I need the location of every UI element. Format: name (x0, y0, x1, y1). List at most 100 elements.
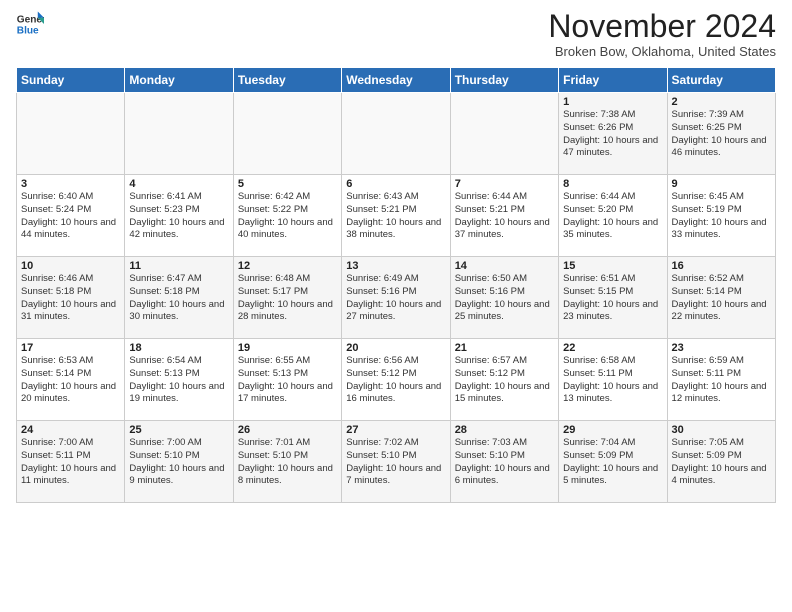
calendar-cell (17, 93, 125, 175)
calendar-cell: 26Sunrise: 7:01 AM Sunset: 5:10 PM Dayli… (233, 421, 341, 503)
calendar: Sunday Monday Tuesday Wednesday Thursday… (16, 67, 776, 503)
calendar-cell (233, 93, 341, 175)
day-info: Sunrise: 7:00 AM Sunset: 5:10 PM Dayligh… (129, 437, 228, 488)
day-info: Sunrise: 6:50 AM Sunset: 5:16 PM Dayligh… (455, 273, 554, 324)
subtitle: Broken Bow, Oklahoma, United States (548, 44, 776, 59)
calendar-cell: 21Sunrise: 6:57 AM Sunset: 5:12 PM Dayli… (450, 339, 558, 421)
day-number: 10 (21, 260, 120, 272)
day-info: Sunrise: 6:44 AM Sunset: 5:21 PM Dayligh… (455, 191, 554, 242)
calendar-cell: 8Sunrise: 6:44 AM Sunset: 5:20 PM Daylig… (559, 175, 667, 257)
calendar-cell: 15Sunrise: 6:51 AM Sunset: 5:15 PM Dayli… (559, 257, 667, 339)
calendar-header: Sunday Monday Tuesday Wednesday Thursday… (17, 68, 776, 93)
calendar-cell: 6Sunrise: 6:43 AM Sunset: 5:21 PM Daylig… (342, 175, 450, 257)
day-info: Sunrise: 6:45 AM Sunset: 5:19 PM Dayligh… (672, 191, 771, 242)
day-number: 6 (346, 178, 445, 190)
day-number: 28 (455, 424, 554, 436)
calendar-cell: 30Sunrise: 7:05 AM Sunset: 5:09 PM Dayli… (667, 421, 775, 503)
logo: General Blue (16, 10, 44, 38)
calendar-week-0: 1Sunrise: 7:38 AM Sunset: 6:26 PM Daylig… (17, 93, 776, 175)
day-number: 9 (672, 178, 771, 190)
day-number: 16 (672, 260, 771, 272)
calendar-cell: 1Sunrise: 7:38 AM Sunset: 6:26 PM Daylig… (559, 93, 667, 175)
calendar-cell: 22Sunrise: 6:58 AM Sunset: 5:11 PM Dayli… (559, 339, 667, 421)
calendar-cell: 12Sunrise: 6:48 AM Sunset: 5:17 PM Dayli… (233, 257, 341, 339)
title-area: November 2024 Broken Bow, Oklahoma, Unit… (548, 10, 776, 59)
day-info: Sunrise: 6:56 AM Sunset: 5:12 PM Dayligh… (346, 355, 445, 406)
calendar-cell: 25Sunrise: 7:00 AM Sunset: 5:10 PM Dayli… (125, 421, 233, 503)
calendar-cell: 3Sunrise: 6:40 AM Sunset: 5:24 PM Daylig… (17, 175, 125, 257)
col-tuesday: Tuesday (233, 68, 341, 93)
day-info: Sunrise: 7:02 AM Sunset: 5:10 PM Dayligh… (346, 437, 445, 488)
day-info: Sunrise: 6:53 AM Sunset: 5:14 PM Dayligh… (21, 355, 120, 406)
day-number: 30 (672, 424, 771, 436)
day-info: Sunrise: 7:39 AM Sunset: 6:25 PM Dayligh… (672, 109, 771, 160)
day-number: 25 (129, 424, 228, 436)
calendar-week-1: 3Sunrise: 6:40 AM Sunset: 5:24 PM Daylig… (17, 175, 776, 257)
day-number: 26 (238, 424, 337, 436)
calendar-cell: 16Sunrise: 6:52 AM Sunset: 5:14 PM Dayli… (667, 257, 775, 339)
calendar-body: 1Sunrise: 7:38 AM Sunset: 6:26 PM Daylig… (17, 93, 776, 503)
calendar-week-2: 10Sunrise: 6:46 AM Sunset: 5:18 PM Dayli… (17, 257, 776, 339)
day-info: Sunrise: 7:00 AM Sunset: 5:11 PM Dayligh… (21, 437, 120, 488)
calendar-cell: 20Sunrise: 6:56 AM Sunset: 5:12 PM Dayli… (342, 339, 450, 421)
day-number: 21 (455, 342, 554, 354)
day-number: 1 (563, 96, 662, 108)
day-number: 14 (455, 260, 554, 272)
calendar-cell: 23Sunrise: 6:59 AM Sunset: 5:11 PM Dayli… (667, 339, 775, 421)
calendar-cell: 5Sunrise: 6:42 AM Sunset: 5:22 PM Daylig… (233, 175, 341, 257)
day-info: Sunrise: 6:44 AM Sunset: 5:20 PM Dayligh… (563, 191, 662, 242)
day-number: 19 (238, 342, 337, 354)
day-number: 20 (346, 342, 445, 354)
day-number: 18 (129, 342, 228, 354)
day-info: Sunrise: 6:49 AM Sunset: 5:16 PM Dayligh… (346, 273, 445, 324)
month-title: November 2024 (548, 10, 776, 42)
day-number: 7 (455, 178, 554, 190)
day-number: 11 (129, 260, 228, 272)
day-number: 24 (21, 424, 120, 436)
day-number: 8 (563, 178, 662, 190)
day-info: Sunrise: 6:58 AM Sunset: 5:11 PM Dayligh… (563, 355, 662, 406)
calendar-cell: 13Sunrise: 6:49 AM Sunset: 5:16 PM Dayli… (342, 257, 450, 339)
calendar-cell: 18Sunrise: 6:54 AM Sunset: 5:13 PM Dayli… (125, 339, 233, 421)
day-info: Sunrise: 6:41 AM Sunset: 5:23 PM Dayligh… (129, 191, 228, 242)
day-info: Sunrise: 6:54 AM Sunset: 5:13 PM Dayligh… (129, 355, 228, 406)
day-info: Sunrise: 6:46 AM Sunset: 5:18 PM Dayligh… (21, 273, 120, 324)
day-number: 13 (346, 260, 445, 272)
calendar-cell: 7Sunrise: 6:44 AM Sunset: 5:21 PM Daylig… (450, 175, 558, 257)
col-wednesday: Wednesday (342, 68, 450, 93)
calendar-cell (125, 93, 233, 175)
day-number: 15 (563, 260, 662, 272)
col-saturday: Saturday (667, 68, 775, 93)
day-number: 22 (563, 342, 662, 354)
calendar-cell (342, 93, 450, 175)
day-info: Sunrise: 6:42 AM Sunset: 5:22 PM Dayligh… (238, 191, 337, 242)
day-info: Sunrise: 7:03 AM Sunset: 5:10 PM Dayligh… (455, 437, 554, 488)
calendar-cell: 24Sunrise: 7:00 AM Sunset: 5:11 PM Dayli… (17, 421, 125, 503)
calendar-cell: 4Sunrise: 6:41 AM Sunset: 5:23 PM Daylig… (125, 175, 233, 257)
day-number: 4 (129, 178, 228, 190)
calendar-week-4: 24Sunrise: 7:00 AM Sunset: 5:11 PM Dayli… (17, 421, 776, 503)
day-info: Sunrise: 7:05 AM Sunset: 5:09 PM Dayligh… (672, 437, 771, 488)
col-monday: Monday (125, 68, 233, 93)
day-info: Sunrise: 6:59 AM Sunset: 5:11 PM Dayligh… (672, 355, 771, 406)
calendar-cell: 2Sunrise: 7:39 AM Sunset: 6:25 PM Daylig… (667, 93, 775, 175)
header-row: Sunday Monday Tuesday Wednesday Thursday… (17, 68, 776, 93)
day-info: Sunrise: 6:47 AM Sunset: 5:18 PM Dayligh… (129, 273, 228, 324)
day-info: Sunrise: 6:48 AM Sunset: 5:17 PM Dayligh… (238, 273, 337, 324)
day-number: 5 (238, 178, 337, 190)
col-sunday: Sunday (17, 68, 125, 93)
day-info: Sunrise: 7:04 AM Sunset: 5:09 PM Dayligh… (563, 437, 662, 488)
calendar-cell: 11Sunrise: 6:47 AM Sunset: 5:18 PM Dayli… (125, 257, 233, 339)
calendar-cell: 29Sunrise: 7:04 AM Sunset: 5:09 PM Dayli… (559, 421, 667, 503)
day-number: 3 (21, 178, 120, 190)
day-number: 17 (21, 342, 120, 354)
calendar-cell: 28Sunrise: 7:03 AM Sunset: 5:10 PM Dayli… (450, 421, 558, 503)
day-info: Sunrise: 7:01 AM Sunset: 5:10 PM Dayligh… (238, 437, 337, 488)
calendar-week-3: 17Sunrise: 6:53 AM Sunset: 5:14 PM Dayli… (17, 339, 776, 421)
calendar-cell (450, 93, 558, 175)
header: General Blue November 2024 Broken Bow, O… (16, 10, 776, 59)
calendar-cell: 14Sunrise: 6:50 AM Sunset: 5:16 PM Dayli… (450, 257, 558, 339)
calendar-cell: 27Sunrise: 7:02 AM Sunset: 5:10 PM Dayli… (342, 421, 450, 503)
day-info: Sunrise: 6:51 AM Sunset: 5:15 PM Dayligh… (563, 273, 662, 324)
calendar-cell: 17Sunrise: 6:53 AM Sunset: 5:14 PM Dayli… (17, 339, 125, 421)
